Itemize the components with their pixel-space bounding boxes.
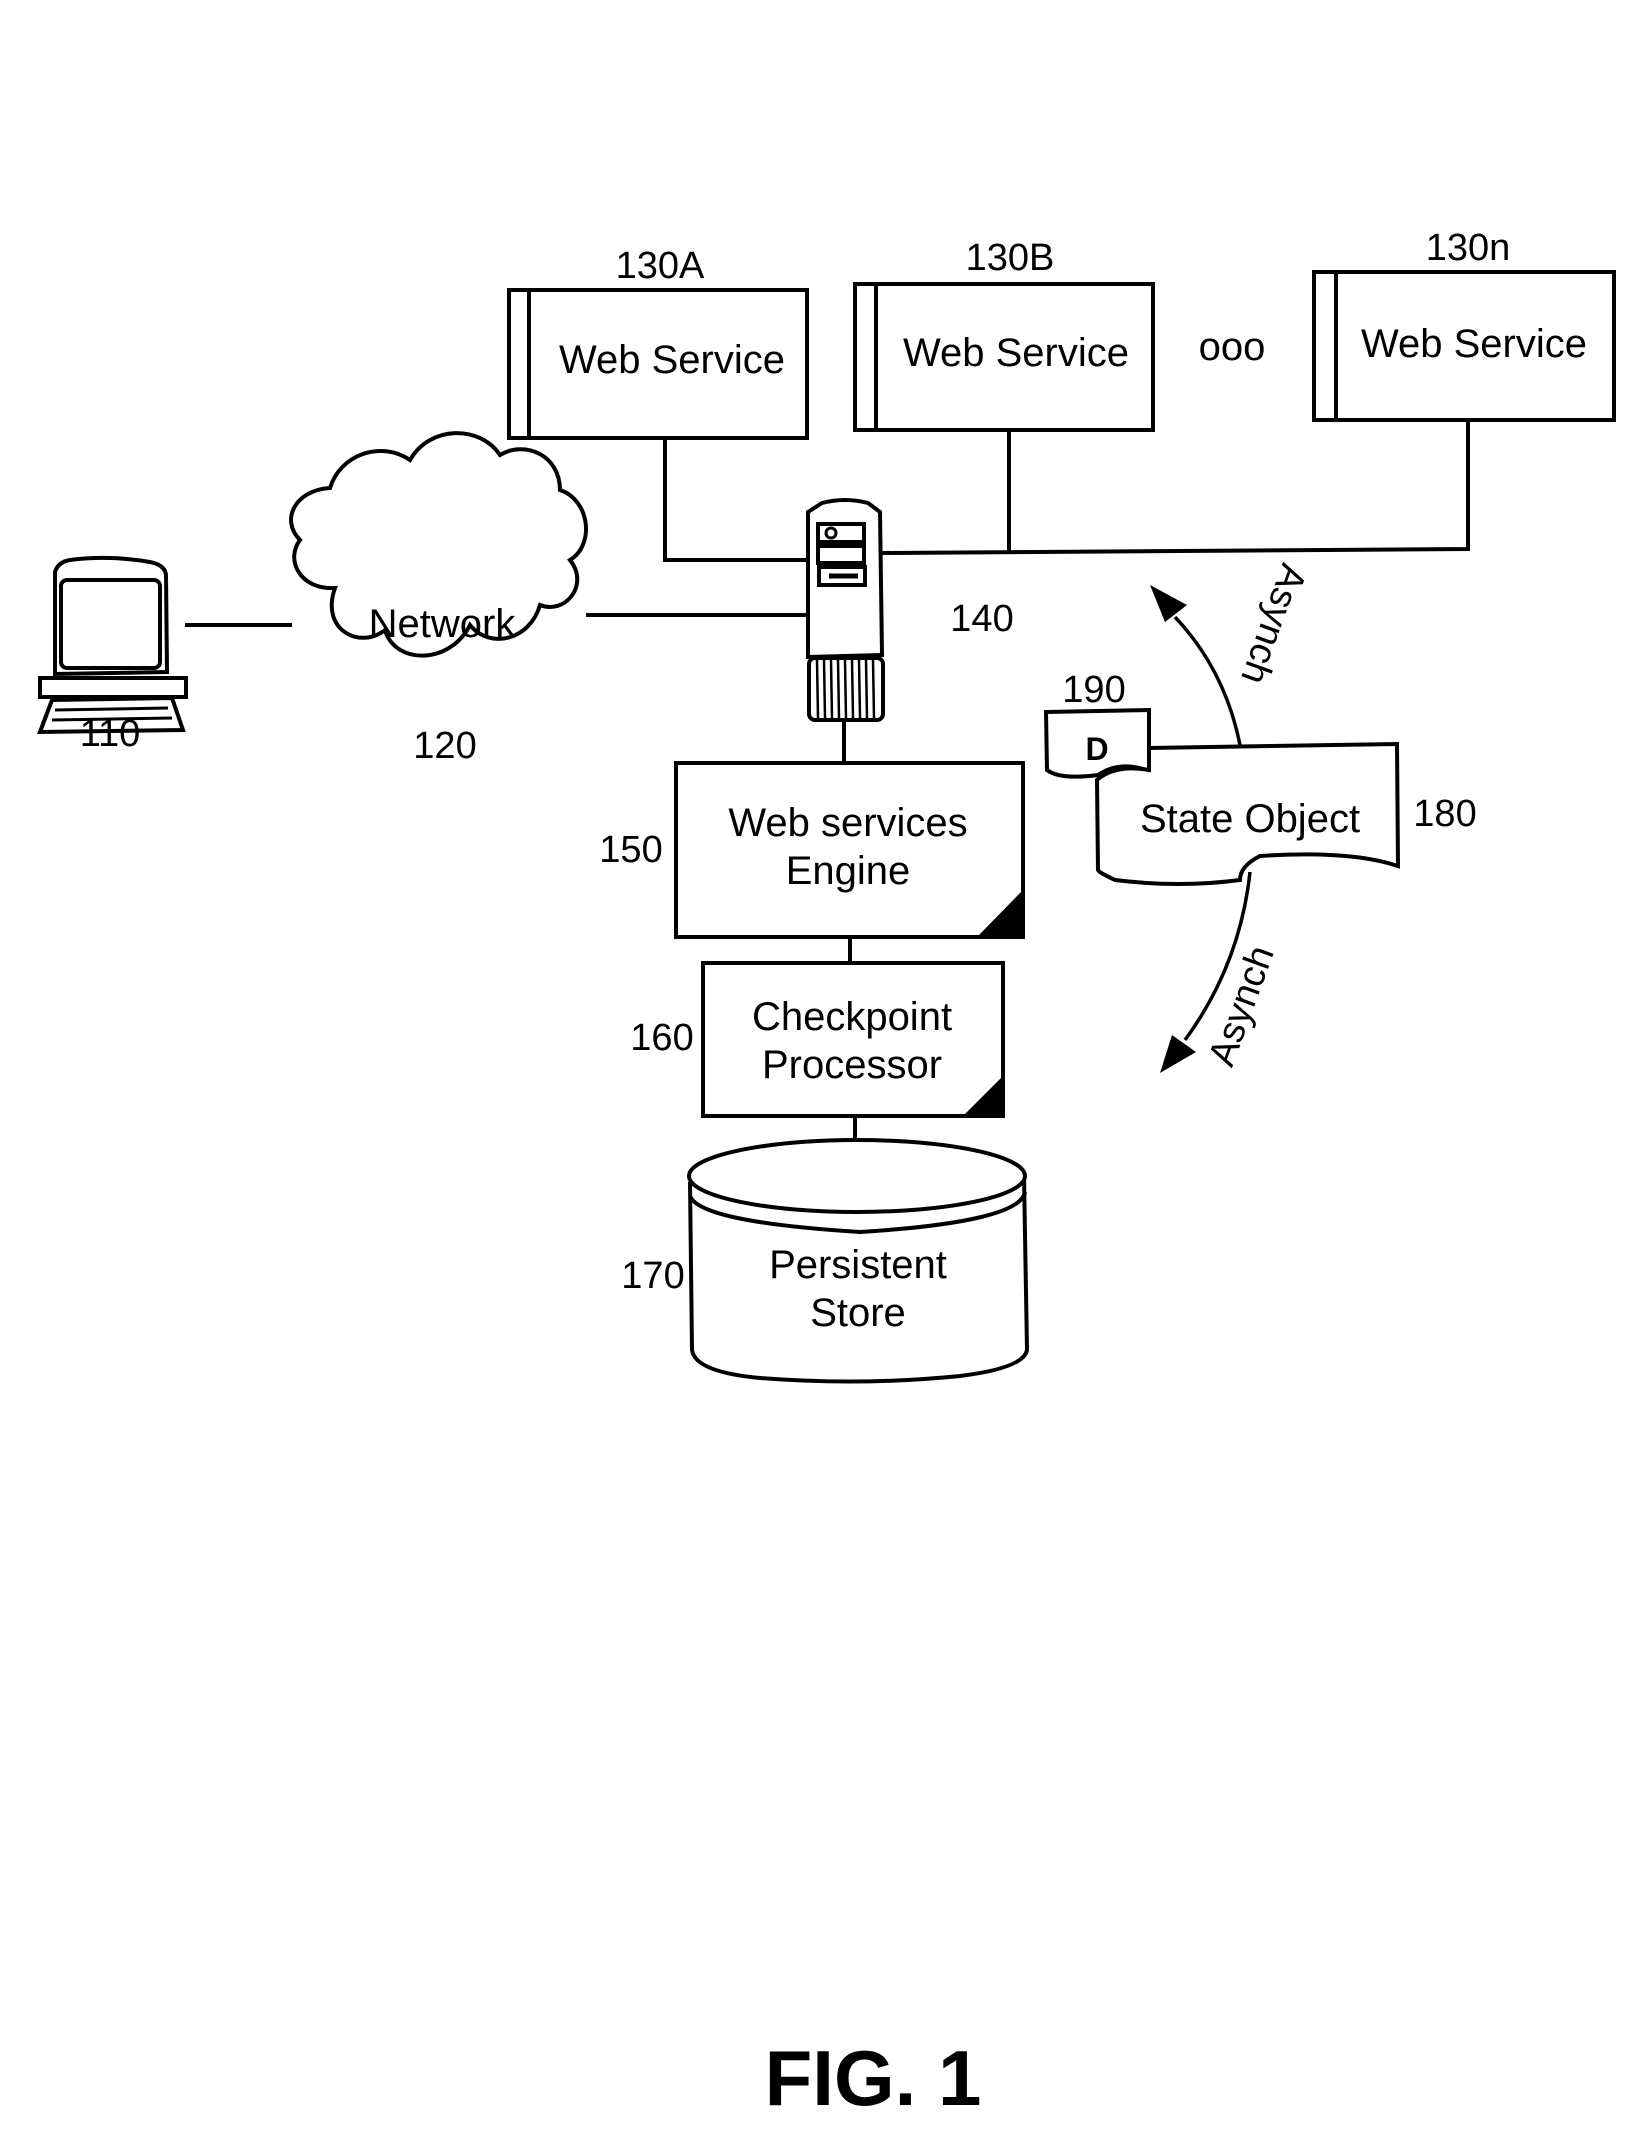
arrowhead-down-icon bbox=[1160, 1035, 1196, 1073]
ref-170: 170 bbox=[621, 1255, 684, 1297]
store-label-line2: Store bbox=[810, 1291, 906, 1335]
ref-150: 150 bbox=[599, 829, 662, 871]
architecture-diagram: 110 Network 120 Web Service 130A Web Ser… bbox=[37, 227, 1616, 2122]
figure-caption: FIG. 1 bbox=[765, 2034, 982, 2122]
ref-140: 140 bbox=[950, 598, 1013, 640]
engine-label-line2: Engine bbox=[786, 849, 911, 893]
network-label: Network bbox=[369, 602, 517, 646]
checkpoint-label-line2: Processor bbox=[762, 1043, 942, 1087]
engine-label-line1: Web services bbox=[728, 801, 967, 845]
computer-icon bbox=[37, 555, 188, 735]
ref-130n: 130n bbox=[1426, 227, 1511, 269]
checkpoint-processor bbox=[701, 961, 1005, 1118]
web-service-130b-label: Web Service bbox=[903, 331, 1129, 375]
ref-110: 110 bbox=[80, 713, 141, 755]
asynch-label-lower: Asynch bbox=[1201, 940, 1283, 1071]
store-label-line1: Persistent bbox=[769, 1243, 947, 1287]
ref-120: 120 bbox=[413, 725, 476, 767]
ellipsis-more-services: ooo bbox=[1199, 325, 1266, 369]
ref-130b: 130B bbox=[966, 237, 1055, 279]
arrowhead-up-icon bbox=[1150, 585, 1187, 622]
ref-180: 180 bbox=[1413, 793, 1476, 835]
web-service-130a-label: Web Service bbox=[559, 338, 785, 382]
ref-190: 190 bbox=[1062, 669, 1125, 711]
state-object-label: State Object bbox=[1140, 797, 1360, 841]
client-computer bbox=[37, 555, 188, 735]
checkpoint-label-line1: Checkpoint bbox=[752, 995, 952, 1039]
ref-160: 160 bbox=[630, 1017, 693, 1059]
connector-bus-right bbox=[879, 420, 1470, 555]
server-tower bbox=[806, 498, 885, 722]
connector-130a-server bbox=[663, 438, 808, 562]
web-service-130n-label: Web Service bbox=[1361, 322, 1587, 366]
asynch-arrow-up bbox=[1150, 585, 1242, 746]
asynch-label-upper: Asynch bbox=[1232, 558, 1314, 689]
data-tab-label: D bbox=[1085, 731, 1108, 767]
ref-130a: 130A bbox=[616, 245, 705, 287]
server-tower-icon bbox=[806, 498, 885, 722]
